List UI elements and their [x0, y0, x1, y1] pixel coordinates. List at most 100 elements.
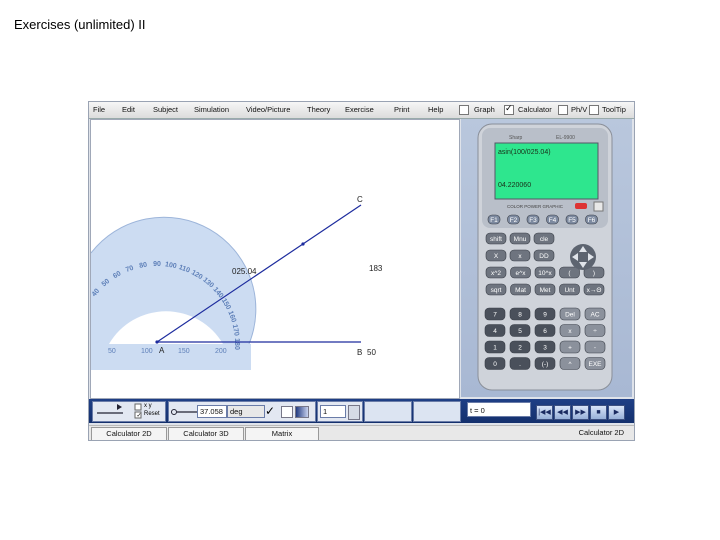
number-field[interactable]: 1 — [320, 405, 346, 418]
calc-key-f3-label: F3 — [529, 217, 537, 224]
calc-key-row3-label: e^x — [516, 270, 527, 277]
calc-key-pad-label: + — [568, 345, 572, 352]
simulation-app-window: File Edit Subject Simulation Video/Pictu… — [88, 101, 635, 441]
calc-key-pad-label: 4 — [493, 328, 497, 335]
arrow-pad[interactable] — [570, 244, 596, 270]
calc-key-f4-label: F4 — [549, 217, 557, 224]
menu-exercise[interactable]: Exercise — [345, 105, 374, 114]
empty-field-1[interactable] — [364, 401, 412, 422]
calc-key-pad-label: 3 — [543, 345, 547, 352]
calculator-resize-icon — [593, 201, 604, 212]
calc-key-pad-label: . — [519, 361, 521, 368]
geometry-drawing: 40506070 80 90 100 110 120130140150160170180 … — [90, 195, 383, 370]
menu-subject[interactable]: Subject — [153, 105, 178, 114]
calculator-banner: COLOR POWER GRAPHIC — [507, 204, 564, 209]
color-swatch-gradient[interactable] — [295, 406, 309, 418]
calc-key-pad-label: 9 — [543, 312, 547, 319]
svg-text:✓: ✓ — [137, 413, 142, 419]
menu-simulation[interactable]: Simulation — [194, 105, 229, 114]
stop-icon[interactable]: ■ — [590, 405, 607, 420]
menu-bar: File Edit Subject Simulation Video/Pictu… — [89, 102, 634, 119]
spinner-icon[interactable] — [348, 405, 360, 420]
tooltip-toggle-label: ToolTip — [602, 105, 626, 114]
ruler-label-150: 150 — [178, 348, 190, 355]
menu-video-picture[interactable]: Video/Picture — [246, 105, 290, 114]
calc-key-pad-label: ÷ — [593, 328, 597, 335]
calc-key-pad-label: 0 — [493, 361, 497, 368]
calc-key-row1-label: Mnu — [514, 236, 527, 243]
calc-key-row3-label: 10^x — [538, 270, 552, 277]
menu-print[interactable]: Print — [394, 105, 409, 114]
drawing-canvas[interactable]: 40 50 60 70 80 90 100 110 120 130 140 150 160 170 180 … — [90, 119, 460, 399]
step-forward-icon[interactable]: ▶▶ — [572, 405, 589, 420]
protractor-label: 180 — [233, 338, 240, 350]
angle-unit-select[interactable]: deg — [227, 405, 265, 418]
side-length-label: 183 — [369, 264, 383, 273]
calc-key-pad-label: 2 — [518, 345, 522, 352]
calc-key-f1-label: F1 — [490, 217, 498, 224]
menu-help[interactable]: Help — [428, 105, 443, 114]
graph-checkbox[interactable] — [459, 105, 469, 115]
phv-checkbox[interactable] — [558, 105, 568, 115]
empty-field-2[interactable] — [413, 401, 461, 422]
graph-toggle-label: Graph — [474, 105, 495, 114]
calculator-model: EL-9900 — [556, 135, 575, 141]
phv-toggle-label: Ph/V — [571, 105, 588, 114]
calc-key-row3-label: ) — [593, 270, 595, 277]
calc-key-pad-label: (-) — [542, 361, 549, 368]
calc-key-row4-label: x→Θ — [587, 287, 602, 294]
calc-key-pad-label: EXE — [588, 361, 602, 368]
tab-calculator-2d[interactable]: Calculator 2D — [91, 427, 167, 440]
angle-value-label: 025.04 — [232, 267, 257, 276]
screen-line-1: asin(100/025.04) — [498, 149, 551, 156]
menu-theory[interactable]: Theory — [307, 105, 330, 114]
step-back-icon[interactable]: ◀◀ — [554, 405, 571, 420]
point-a-label: A — [159, 346, 165, 355]
angle-value-field[interactable]: 37.058 — [197, 405, 227, 418]
menu-file[interactable]: File — [93, 105, 105, 114]
point-b-label: B — [357, 348, 362, 357]
tab-calculator-3d[interactable]: Calculator 3D — [168, 427, 244, 440]
calculator-drawing: Sharp EL-9900 asin(100/025.04) 04.220060… — [477, 123, 613, 391]
tooltip-checkbox[interactable] — [589, 105, 599, 115]
calc-key-row4-label: sqrt — [491, 287, 502, 294]
calc-key-pad-label: 8 — [518, 312, 522, 319]
tab-bar: Calculator 2D Calculator 3D Matrix Calcu… — [89, 425, 634, 440]
play-icon[interactable]: ▶ — [608, 405, 625, 420]
rewind-start-icon[interactable]: |◀◀ — [536, 405, 553, 420]
slide-title: Exercises (unlimited) II — [14, 17, 146, 32]
tab-matrix[interactable]: Matrix — [245, 427, 319, 440]
angle-control-panel: 37.058 deg ✓ — [168, 401, 316, 422]
calc-key-f5-label: F5 — [568, 217, 576, 224]
calc-key-row4-label: Mat — [515, 287, 526, 294]
ray-point[interactable] — [301, 242, 305, 246]
bottom-toolbar: ✓ x y Reset 37.058 deg ✓ 1 t = 0 |◀◀ ◀◀ … — [89, 399, 634, 423]
calculator-checkbox[interactable] — [504, 103, 514, 115]
color-swatch-white[interactable] — [281, 406, 293, 418]
ruler-label-200: 200 — [215, 348, 227, 355]
playback-slider-panel[interactable]: ✓ x y Reset — [92, 401, 166, 422]
b-value-label: 50 — [367, 348, 376, 357]
calc-key-pad-label: Del — [565, 312, 575, 319]
apply-check-icon[interactable]: ✓ — [265, 404, 279, 418]
point-c-label: C — [357, 195, 363, 204]
protractor-label: 90 — [153, 261, 161, 268]
reset-label[interactable]: Reset — [144, 411, 160, 417]
calc-key-pad-label: AC — [590, 312, 599, 319]
calc-key-row3-label: x^2 — [491, 270, 501, 277]
status-label: Calculator 2D — [578, 428, 624, 437]
calc-key-row4-label: Unt — [564, 287, 574, 294]
calc-key-row1-label: cle — [540, 236, 549, 243]
calculator-toggle-label: Calculator — [518, 105, 552, 114]
calc-key-row4-label: Met — [540, 287, 551, 294]
vertex-point[interactable] — [155, 340, 159, 344]
calc-key-pad-label: 7 — [493, 312, 497, 319]
calc-key-pad-label: 6 — [543, 328, 547, 335]
calc-key-row1-label: shift — [490, 236, 502, 243]
calculator-brand: Sharp — [509, 135, 523, 141]
calc-key-f6-label: F6 — [588, 217, 596, 224]
calc-key-row2-label: X — [494, 253, 499, 260]
menu-edit[interactable]: Edit — [122, 105, 135, 114]
number-field-panel: 1 — [317, 401, 363, 422]
screen-line-2: 04.220060 — [498, 182, 531, 189]
